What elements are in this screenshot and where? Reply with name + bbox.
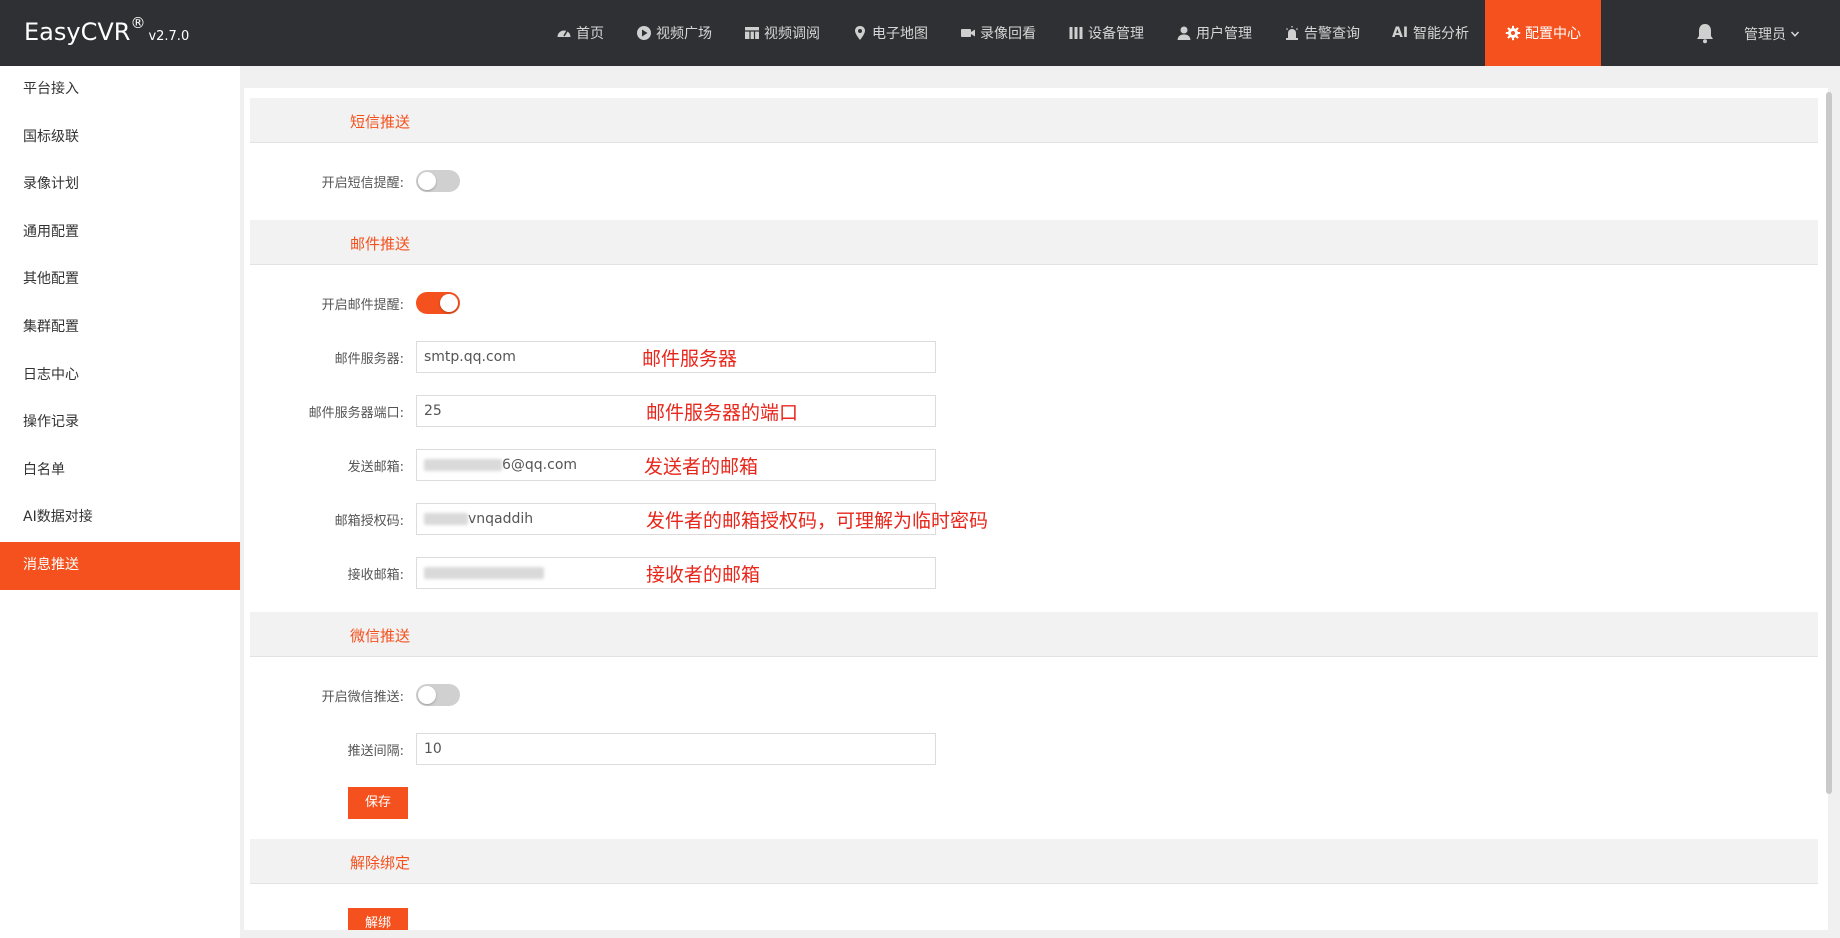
app-version: v2.7.0 [148, 29, 190, 44]
receiver-email-label: 接收邮箱: [347, 568, 404, 583]
nav-users[interactable]: 用户管理 [1160, 0, 1268, 66]
nav-label: 视频广场 [656, 26, 712, 42]
dashboard-icon [556, 25, 572, 41]
nav-label: 视频调阅 [764, 26, 820, 42]
sidebar-item-platform-access[interactable]: 平台接入 [0, 66, 240, 114]
nav-map[interactable]: 电子地图 [836, 0, 944, 66]
unbind-button[interactable]: 解绑 [348, 908, 408, 930]
top-navbar: EasyCVR®v2.7.0 首页 视频广场 视频调阅 电子地图 录像回看 设备… [0, 0, 1840, 66]
push-interval-label: 推送间隔: [347, 744, 404, 759]
grid-icon [744, 25, 760, 41]
nav-video-square[interactable]: 视频广场 [620, 0, 728, 66]
bell-icon[interactable] [1694, 22, 1716, 44]
sms-enable-label: 开启短信提醒: [321, 176, 404, 191]
brand-name: EasyCVR [24, 18, 131, 46]
chevron-down-icon [1790, 27, 1800, 43]
nav-video-browse[interactable]: 视频调阅 [728, 0, 836, 66]
brand-logo[interactable]: EasyCVR®v2.7.0 [24, 14, 190, 46]
email-server-label: 邮件服务器: [334, 352, 404, 367]
user-icon [1176, 25, 1192, 41]
sms-enable-toggle[interactable] [416, 170, 460, 192]
section-header-email: 邮件推送 [250, 220, 1818, 265]
sidebar-item-gb-cascade[interactable]: 国标级联 [0, 114, 240, 162]
sender-email-visible: 6@qq.com [502, 457, 578, 473]
section-title: 微信推送 [350, 627, 411, 645]
nav-ai-analysis[interactable]: AI 智能分析 [1376, 0, 1485, 66]
section-header-unbind: 解除绑定 [250, 839, 1818, 884]
save-button[interactable]: 保存 [348, 787, 408, 819]
sidebar-item-other-config[interactable]: 其他配置 [0, 256, 240, 304]
email-port-label: 邮件服务器端口: [308, 406, 404, 421]
map-pin-icon [852, 25, 868, 41]
section-title: 短信推送 [350, 113, 411, 131]
auth-code-label: 邮箱授权码: [334, 514, 404, 529]
brand-registered-mark: ® [130, 14, 146, 32]
sidebar-item-whitelist[interactable]: 白名单 [0, 447, 240, 495]
annotation-server: 邮件服务器 [642, 348, 738, 370]
user-name: 管理员 [1744, 27, 1786, 43]
redacted-text [424, 567, 544, 579]
annotation-sender: 发送者的邮箱 [644, 456, 759, 478]
nav-label: 智能分析 [1413, 26, 1470, 42]
nav-config-center[interactable]: 配置中心 [1485, 0, 1602, 66]
sidebar: 平台接入 国标级联 录像计划 通用配置 其他配置 集群配置 日志中心 操作记录 … [0, 66, 240, 938]
wechat-enable-label: 开启微信推送: [321, 690, 404, 705]
sidebar-item-message-push[interactable]: 消息推送 [0, 541, 240, 590]
nav-label: 配置中心 [1525, 26, 1582, 42]
play-circle-icon [636, 25, 652, 41]
device-icon [1068, 25, 1084, 41]
scrollbar[interactable] [1826, 92, 1832, 794]
sidebar-item-operation-log[interactable]: 操作记录 [0, 399, 240, 447]
redacted-text [424, 459, 502, 471]
nav-label: 电子地图 [872, 26, 928, 42]
email-enable-label: 开启邮件提醒: [321, 298, 404, 313]
nav-label: 首页 [576, 26, 604, 42]
section-header-sms: 短信推送 [250, 98, 1818, 143]
main-nav: 首页 视频广场 视频调阅 电子地图 录像回看 设备管理 用户管理 告警查询 AI… [540, 0, 1602, 66]
auth-code-visible: vnqaddih [468, 511, 534, 527]
ai-icon: AI [1392, 25, 1409, 41]
section-title: 邮件推送 [350, 235, 411, 253]
nav-label: 告警查询 [1304, 26, 1360, 42]
section-header-wechat: 微信推送 [250, 612, 1818, 657]
nav-home[interactable]: 首页 [540, 0, 620, 66]
user-menu[interactable]: 管理员 [1744, 24, 1800, 44]
alarm-icon [1284, 25, 1300, 41]
main-panel: 短信推送 开启短信提醒: 邮件推送 开启邮件提醒: 邮件服务器: smtp.qq… [244, 88, 1828, 930]
nav-label: 用户管理 [1196, 26, 1252, 42]
sidebar-item-recording-plan[interactable]: 录像计划 [0, 161, 240, 209]
sender-email-label: 发送邮箱: [347, 460, 404, 475]
annotation-port: 邮件服务器的端口 [646, 402, 799, 424]
section-title: 解除绑定 [350, 854, 411, 872]
redacted-text [424, 513, 468, 525]
wechat-enable-toggle[interactable] [416, 684, 460, 706]
nav-alarms[interactable]: 告警查询 [1268, 0, 1376, 66]
email-enable-toggle[interactable] [416, 292, 460, 314]
nav-label: 录像回看 [980, 26, 1036, 42]
annotation-auth: 发件者的邮箱授权码，可理解为临时密码 [646, 510, 989, 532]
sidebar-item-log-center[interactable]: 日志中心 [0, 352, 240, 400]
sidebar-item-general-config[interactable]: 通用配置 [0, 209, 240, 257]
sidebar-item-cluster-config[interactable]: 集群配置 [0, 304, 240, 352]
annotation-receiver: 接收者的邮箱 [646, 564, 761, 586]
sidebar-item-ai-data[interactable]: AI数据对接 [0, 494, 240, 542]
nav-devices[interactable]: 设备管理 [1052, 0, 1160, 66]
video-camera-icon [960, 25, 976, 41]
nav-playback[interactable]: 录像回看 [944, 0, 1052, 66]
push-interval-input[interactable]: 10 [416, 733, 936, 765]
gear-icon [1505, 25, 1521, 41]
nav-label: 设备管理 [1088, 26, 1144, 42]
